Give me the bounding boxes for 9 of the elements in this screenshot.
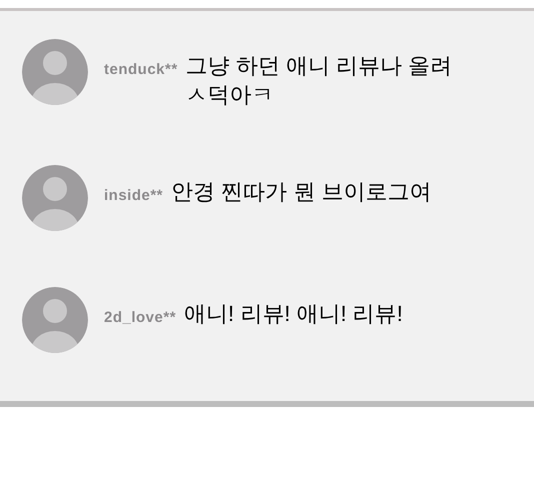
comment-text: 그냥 하던 애니 리뷰나 올려 ㅅ덕아ㅋ — [186, 52, 454, 109]
avatar-icon — [22, 165, 88, 231]
avatar-icon — [22, 39, 88, 105]
username: 2d_love** — [104, 308, 176, 328]
username: tenduck** — [104, 60, 178, 80]
comment-text: 애니! 리뷰! 애니! 리뷰! — [184, 300, 404, 328]
username: inside** — [104, 186, 164, 206]
avatar-icon — [22, 287, 88, 353]
comment-text: 안경 찐따가 뭔 브이로그여 — [171, 178, 432, 206]
